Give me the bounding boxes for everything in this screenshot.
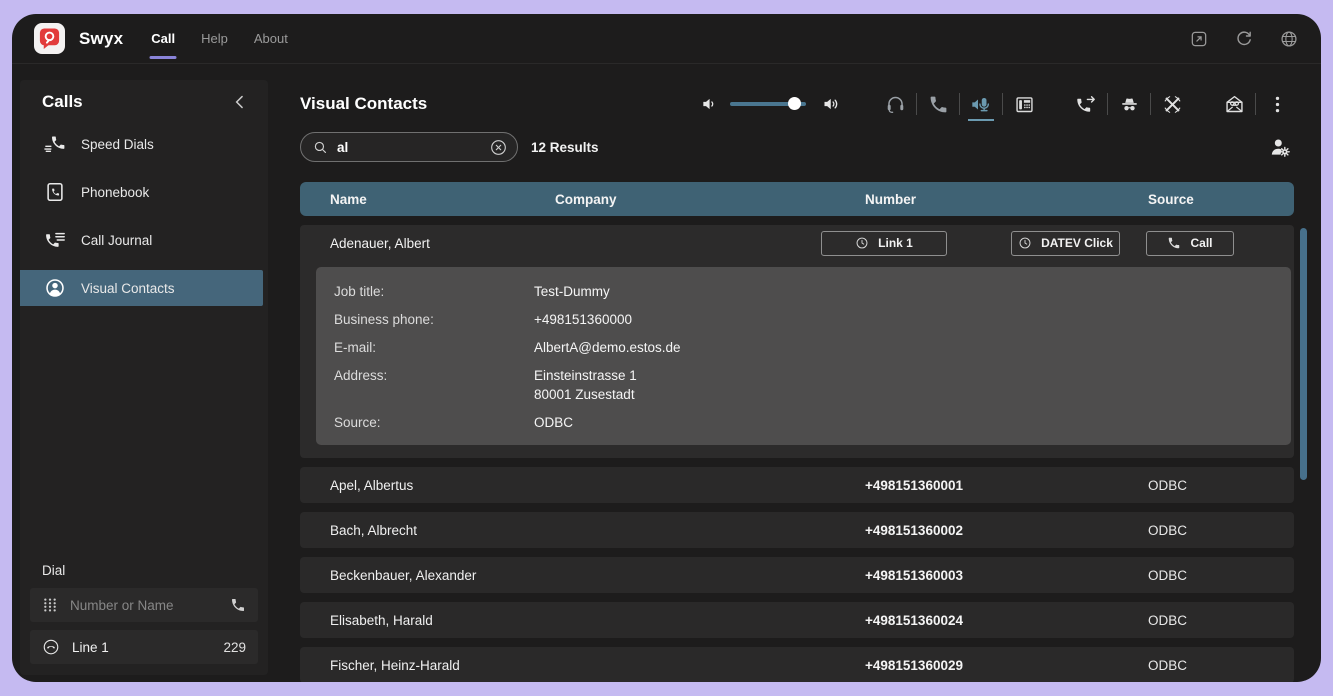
volume-down-icon[interactable] xyxy=(700,94,720,114)
sidebar-item-call-journal[interactable]: Call Journal xyxy=(20,216,268,264)
chevron-left-icon[interactable] xyxy=(230,92,250,112)
detail-value: Test-Dummy xyxy=(534,282,1281,301)
call-forward-icon[interactable] xyxy=(1069,89,1103,119)
content-area: Calls Speed Dials xyxy=(12,64,1321,682)
column-header-name[interactable]: Name xyxy=(300,192,555,207)
main-panel: Visual Contacts xyxy=(280,80,1311,675)
refresh-icon[interactable] xyxy=(1234,29,1254,49)
clock-icon xyxy=(855,236,869,250)
menu-item-about[interactable]: About xyxy=(254,14,288,63)
window-controls xyxy=(1189,29,1307,49)
volume-slider-thumb[interactable] xyxy=(788,97,801,110)
more-menu-icon[interactable] xyxy=(1260,89,1294,119)
sidebar-item-label: Speed Dials xyxy=(81,137,154,152)
column-header-number[interactable]: Number xyxy=(865,192,1148,207)
line-row[interactable]: Line 1 229 xyxy=(30,630,258,664)
search-input[interactable] xyxy=(337,140,481,155)
detail-value: +498151360000 xyxy=(534,310,1281,329)
table-row[interactable]: Fischer, Heinz-Harald +498151360029 ODBC xyxy=(300,647,1294,682)
audio-controls xyxy=(700,89,1294,119)
detail-label: Source: xyxy=(334,413,534,432)
link1-button[interactable]: Link 1 xyxy=(821,231,947,256)
features-disabled-icon[interactable] xyxy=(1155,89,1189,119)
main-header: Visual Contacts xyxy=(300,80,1294,128)
handset-icon[interactable] xyxy=(921,89,955,119)
table-row[interactable]: Elisabeth, Harald +498151360024 ODBC xyxy=(300,602,1294,638)
search-row: 12 Results xyxy=(300,128,1294,166)
search-box[interactable] xyxy=(300,132,518,162)
voicemail-icon[interactable] xyxy=(1217,89,1251,119)
expanded-contact-card: Adenauer, Albert Link 1 DATEV Click xyxy=(300,225,1294,458)
incognito-icon[interactable] xyxy=(1112,89,1146,119)
column-header-source[interactable]: Source xyxy=(1148,192,1294,207)
volume-up-icon[interactable] xyxy=(822,94,842,114)
dial-input[interactable] xyxy=(70,598,218,613)
page-title: Visual Contacts xyxy=(300,94,427,114)
device-toolbar xyxy=(878,89,1294,119)
speed-dials-icon xyxy=(44,133,66,155)
dial-input-row xyxy=(30,588,258,622)
volume-slider[interactable] xyxy=(730,97,806,111)
sidebar-item-speed-dials[interactable]: Speed Dials xyxy=(20,120,268,168)
table-header: Name Company Number Source xyxy=(300,182,1294,216)
speaker-mic-icon[interactable] xyxy=(964,89,998,119)
detail-value: AlbertA@demo.estos.de xyxy=(534,338,1281,357)
deskphone-icon[interactable] xyxy=(1007,89,1041,119)
line-label: Line 1 xyxy=(72,640,109,655)
call-journal-icon xyxy=(44,229,66,251)
results-count: 12 Results xyxy=(531,140,599,155)
datev-click-button[interactable]: DATEV Click xyxy=(1011,231,1120,256)
contact-details: Job title: Test-Dummy Business phone: +4… xyxy=(316,267,1291,445)
vertical-scrollbar[interactable] xyxy=(1300,228,1307,480)
table-row[interactable]: Bach, Albrecht +498151360002 ODBC xyxy=(300,512,1294,548)
menu-item-call[interactable]: Call xyxy=(151,14,175,63)
detail-value: Einsteinstrasse 1 80001 Zusestadt xyxy=(534,366,1281,404)
search-icon xyxy=(312,139,329,156)
globe-icon[interactable] xyxy=(1279,29,1299,49)
sidebar-item-label: Phonebook xyxy=(81,185,149,200)
sidebar-title: Calls xyxy=(42,92,83,112)
clock-icon xyxy=(1018,236,1032,250)
sidebar-item-label: Visual Contacts xyxy=(81,281,175,296)
sidebar-item-visual-contacts[interactable]: Visual Contacts xyxy=(20,270,263,306)
active-underline xyxy=(150,56,177,59)
phone-icon xyxy=(1167,236,1181,250)
detail-label: E-mail: xyxy=(334,338,534,357)
line-phone-icon xyxy=(42,638,60,656)
headset-icon[interactable] xyxy=(878,89,912,119)
person-gear-icon[interactable] xyxy=(1268,135,1292,159)
sidebar-item-label: Call Journal xyxy=(81,233,152,248)
table-row[interactable]: Apel, Albertus +498151360001 ODBC xyxy=(300,467,1294,503)
detail-label: Business phone: xyxy=(334,310,534,329)
table-row[interactable]: Beckenbauer, Alexander +498151360003 ODB… xyxy=(300,557,1294,593)
call-button[interactable]: Call xyxy=(1146,231,1234,256)
main-menu: Call Help About xyxy=(151,14,288,63)
visual-contacts-icon xyxy=(44,277,66,299)
brand-name: Swyx xyxy=(79,29,123,49)
popout-icon[interactable] xyxy=(1189,29,1209,49)
phonebook-icon xyxy=(44,181,66,203)
detail-value: ODBC xyxy=(534,413,1281,432)
sidebar: Calls Speed Dials xyxy=(20,80,268,675)
table-row-expanded[interactable]: Adenauer, Albert Link 1 DATEV Click xyxy=(300,225,1294,261)
top-bar: Swyx Call Help About xyxy=(12,14,1321,64)
detail-label: Job title: xyxy=(334,282,534,301)
swyx-logo-icon xyxy=(34,23,65,54)
line-number: 229 xyxy=(223,640,246,655)
column-header-company[interactable]: Company xyxy=(555,192,865,207)
clear-search-icon[interactable] xyxy=(489,138,508,157)
dial-label: Dial xyxy=(42,563,268,578)
detail-label: Address: xyxy=(334,366,534,404)
contact-name: Adenauer, Albert xyxy=(300,236,430,251)
dialpad-icon[interactable] xyxy=(42,596,58,614)
app-window: Swyx Call Help About xyxy=(12,14,1321,682)
dial-call-icon[interactable] xyxy=(230,597,246,613)
sidebar-item-phonebook[interactable]: Phonebook xyxy=(20,168,268,216)
menu-item-help[interactable]: Help xyxy=(201,14,228,63)
